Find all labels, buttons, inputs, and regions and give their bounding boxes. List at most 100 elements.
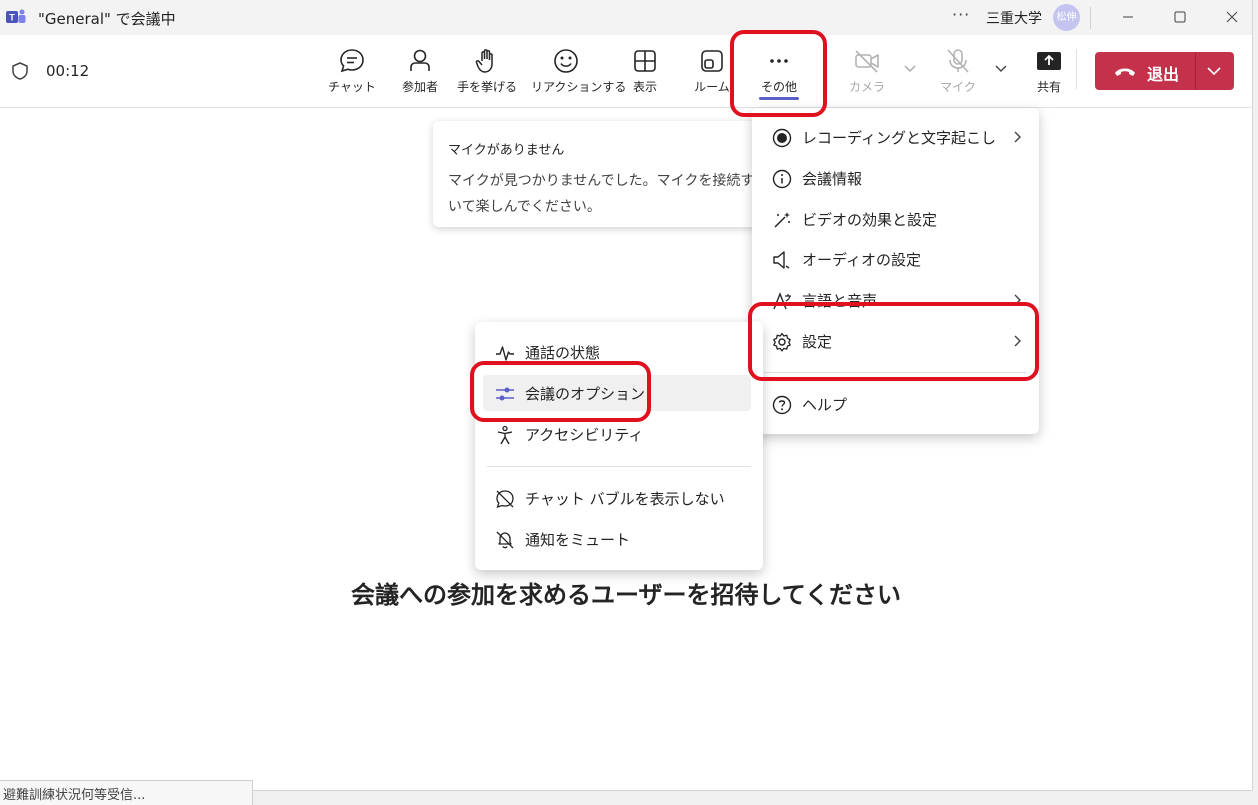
camera-off-icon bbox=[855, 50, 879, 73]
view-button[interactable]: 表示 bbox=[610, 47, 680, 95]
menu-item-video-effects[interactable]: ビデオの効果と設定 bbox=[760, 201, 1031, 237]
meeting-toolbar: 00:12 チャット 参加者 手を挙げる リアクションする 表示 ルーム その他… bbox=[0, 35, 1252, 108]
submenu-item-hide-chat-bubbles[interactable]: チャット バブルを表示しない bbox=[483, 480, 751, 516]
shield-icon bbox=[12, 62, 28, 80]
no-mic-notification: マイクがありません マイクが見つかりませんでした。マイクを接続する いて楽しんで… bbox=[433, 121, 793, 227]
leave-options-chevron-icon[interactable] bbox=[1206, 65, 1222, 77]
camera-options-chevron-icon[interactable] bbox=[903, 63, 917, 75]
bell-off-icon bbox=[496, 531, 514, 549]
avatar[interactable]: 松伸 bbox=[1053, 4, 1080, 31]
submenu-item-meeting-options[interactable]: 会議のオプション bbox=[483, 375, 751, 411]
menu-item-help[interactable]: ヘルプ bbox=[760, 386, 1031, 422]
title-more-button[interactable]: ··· bbox=[952, 5, 970, 24]
rooms-button[interactable]: ルーム bbox=[677, 47, 747, 95]
menu-item-label: 言語と音声 bbox=[802, 292, 878, 310]
minimize-icon[interactable] bbox=[1115, 5, 1141, 29]
share-label: 共有 bbox=[1036, 80, 1061, 94]
menu-item-label: 設定 bbox=[802, 333, 833, 351]
submenu-item-label: 通知をミュート bbox=[525, 531, 631, 549]
more-icon bbox=[770, 59, 788, 63]
more-button[interactable]: その他 bbox=[744, 47, 814, 100]
submenu-item-call-health[interactable]: 通話の状態 bbox=[483, 334, 751, 370]
share-icon bbox=[1037, 52, 1061, 70]
leave-label: 退出 bbox=[1147, 65, 1180, 84]
close-icon[interactable] bbox=[1219, 5, 1245, 29]
menu-item-meeting-info[interactable]: 会議情報 bbox=[760, 160, 1031, 196]
submenu-item-mute-notifications[interactable]: 通知をミュート bbox=[483, 521, 751, 557]
camera-label: カメラ bbox=[848, 80, 885, 94]
menu-item-label: 会議情報 bbox=[802, 170, 863, 188]
hang-up-icon bbox=[1115, 68, 1135, 76]
notification-title: マイクがありません bbox=[448, 143, 565, 158]
react-label: リアクションする bbox=[531, 80, 627, 94]
info-icon bbox=[772, 169, 792, 189]
menu-item-label: オーディオの設定 bbox=[802, 251, 921, 269]
gear-icon bbox=[773, 332, 791, 352]
submenu-item-label: 通話の状態 bbox=[525, 344, 601, 362]
help-icon bbox=[772, 395, 792, 415]
chat-off-icon bbox=[496, 490, 514, 509]
menu-item-language[interactable]: 言語と音声 bbox=[760, 282, 1031, 318]
menu-item-settings[interactable]: 設定 bbox=[760, 323, 1031, 359]
pulse-icon bbox=[496, 346, 514, 361]
invite-prompt: 会議への参加を求めるユーザーを招待してください bbox=[350, 581, 902, 609]
more-options-menu: レコーディングと文字起こし 会議情報 ビデオの効果と設定 オーディオの設定 言語… bbox=[752, 108, 1039, 434]
mic-label: マイク bbox=[940, 80, 976, 94]
chevron-right-icon bbox=[1014, 294, 1021, 306]
language-icon bbox=[773, 292, 791, 310]
raise-hand-button[interactable]: 手を挙げる bbox=[452, 47, 522, 95]
taskbar-snippet-text: 避難訓練状況何等受信... bbox=[3, 788, 146, 803]
meeting-timer: 00:12 bbox=[46, 62, 90, 80]
settings-submenu: 通話の状態 会議のオプション アクセシビリティ チャット バブルを表示しない 通… bbox=[475, 322, 763, 570]
title-bar: T "General" で会議中 ··· 三重大学 松伸 bbox=[0, 0, 1252, 35]
chat-button[interactable]: チャット bbox=[317, 47, 387, 95]
speaker-icon bbox=[773, 251, 790, 269]
chat-label: チャット bbox=[328, 80, 376, 94]
title-divider bbox=[1090, 7, 1091, 29]
grid-icon bbox=[634, 50, 656, 72]
submenu-item-label: アクセシビリティ bbox=[525, 426, 644, 444]
mic-options-chevron-icon[interactable] bbox=[994, 63, 1008, 75]
menu-item-label: ビデオの効果と設定 bbox=[802, 211, 938, 229]
view-label: 表示 bbox=[632, 80, 657, 94]
toolbar-divider bbox=[1076, 49, 1077, 89]
accessibility-icon bbox=[497, 425, 513, 445]
react-button[interactable]: リアクションする bbox=[531, 47, 627, 95]
camera-button[interactable]: カメラ bbox=[832, 47, 902, 95]
submenu-item-accessibility[interactable]: アクセシビリティ bbox=[483, 416, 751, 452]
raise-hand-label: 手を挙げる bbox=[456, 80, 517, 94]
menu-item-label: ヘルプ bbox=[802, 396, 848, 414]
menu-item-recording[interactable]: レコーディングと文字起こし bbox=[760, 119, 1031, 155]
chat-icon bbox=[340, 49, 364, 73]
menu-item-audio-settings[interactable]: オーディオの設定 bbox=[760, 241, 1031, 277]
teams-meeting-window: T "General" で会議中 ··· 三重大学 松伸 00:12 チャット bbox=[0, 0, 1253, 791]
notification-body-line2: いて楽しんでください。 bbox=[448, 199, 601, 215]
room-icon bbox=[701, 50, 723, 72]
window-title: "General" で会議中 bbox=[38, 10, 176, 28]
rooms-label: ルーム bbox=[694, 80, 730, 94]
submenu-item-label: 会議のオプション bbox=[525, 385, 646, 403]
leave-button[interactable]: 退出 bbox=[1095, 52, 1234, 90]
more-label: その他 bbox=[760, 80, 797, 94]
share-button[interactable]: 共有 bbox=[1014, 47, 1084, 95]
chevron-right-icon bbox=[1014, 131, 1021, 143]
active-indicator bbox=[759, 97, 799, 100]
taskbar-fragment: 避難訓練状況何等受信... bbox=[0, 780, 253, 805]
svg-text:T: T bbox=[9, 13, 15, 23]
submenu-divider bbox=[487, 466, 751, 467]
maximize-icon[interactable] bbox=[1167, 5, 1193, 29]
record-icon bbox=[772, 128, 792, 148]
mic-off-icon bbox=[947, 49, 969, 73]
leave-divider bbox=[1195, 52, 1196, 90]
organization-name[interactable]: 三重大学 bbox=[986, 8, 1042, 28]
submenu-item-label: チャット バブルを表示しない bbox=[525, 490, 725, 508]
sliders-icon bbox=[496, 387, 514, 401]
magic-wand-icon bbox=[774, 212, 790, 228]
mic-button[interactable]: マイク bbox=[923, 47, 993, 95]
notification-body-line1: マイクが見つかりませんでした。マイクを接続する bbox=[448, 173, 769, 189]
chevron-right-icon bbox=[1014, 335, 1021, 347]
teams-logo-icon: T bbox=[6, 9, 26, 23]
participants-button[interactable]: 参加者 bbox=[385, 47, 455, 95]
participants-label: 参加者 bbox=[401, 80, 438, 94]
menu-divider bbox=[764, 372, 1027, 373]
